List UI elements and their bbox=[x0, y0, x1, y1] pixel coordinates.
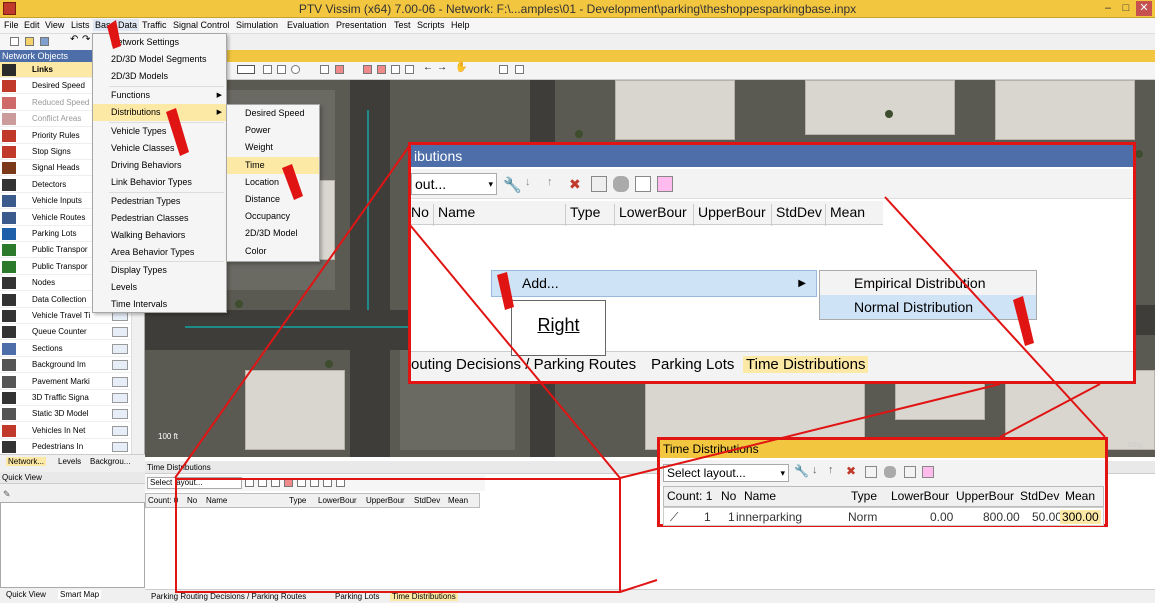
annotation-overlay bbox=[107, 20, 1106, 593]
annotation-arrow bbox=[166, 108, 189, 156]
annotation-arrow bbox=[107, 20, 121, 49]
annotation-arrow bbox=[282, 164, 303, 200]
annotation-arrow bbox=[1013, 296, 1034, 346]
annotation-arrow bbox=[497, 272, 514, 310]
